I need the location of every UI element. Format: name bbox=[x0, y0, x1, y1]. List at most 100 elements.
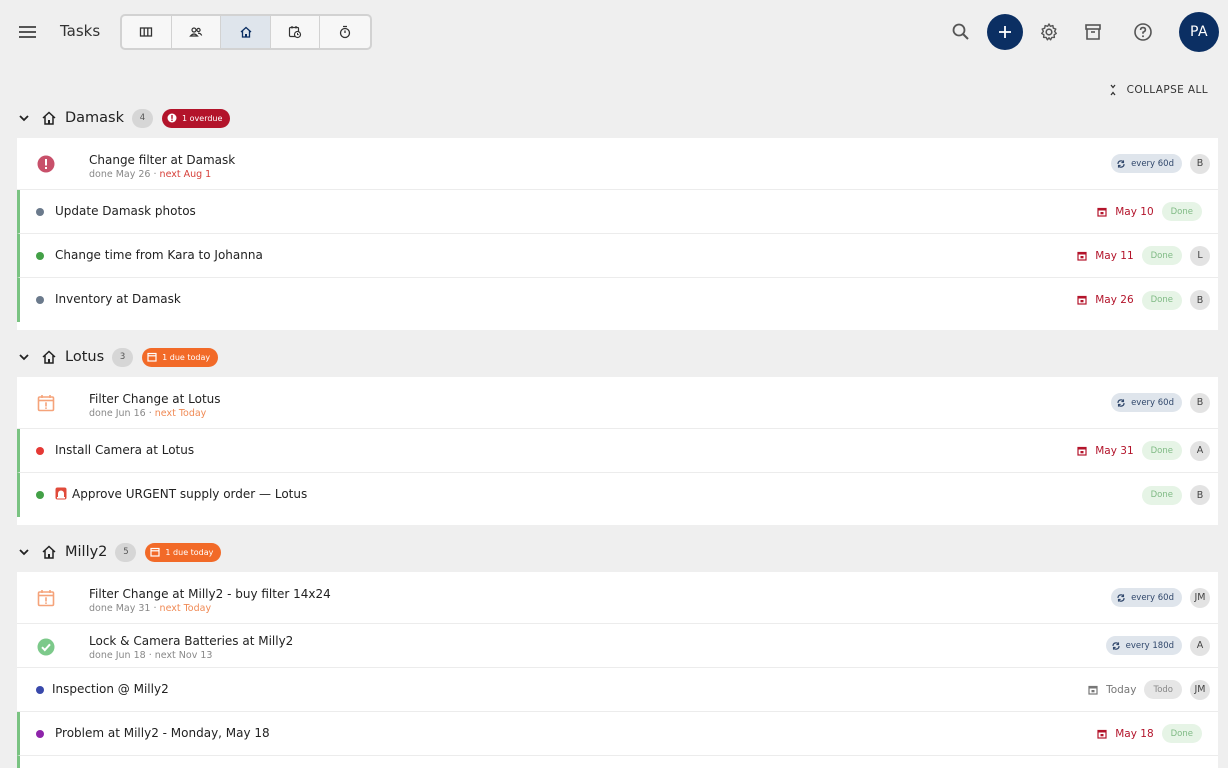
calendar-clock-icon bbox=[289, 26, 302, 39]
repeat-badge: every 180d bbox=[1105, 636, 1182, 655]
task-row[interactable]: Change time from Kara to Johanna May 11 … bbox=[17, 234, 1218, 278]
due-today-badge: 1 due today bbox=[145, 542, 222, 562]
assignee-avatar[interactable]: JM bbox=[1190, 679, 1210, 700]
assignee-avatar[interactable]: B bbox=[1190, 485, 1210, 505]
due-date: May 18 bbox=[1097, 728, 1154, 740]
due-date: May 11 bbox=[1077, 250, 1134, 262]
status-dot bbox=[36, 208, 44, 216]
task-title: Inventory at Damask bbox=[55, 292, 181, 306]
collapse-icon bbox=[1110, 84, 1116, 96]
home-icon bbox=[42, 350, 56, 364]
overdue-alert-icon bbox=[37, 155, 55, 173]
property-view-button[interactable] bbox=[221, 16, 271, 48]
repeat-icon bbox=[1117, 159, 1125, 168]
archive-icon[interactable] bbox=[1081, 20, 1105, 44]
done-badge[interactable]: Done bbox=[1141, 246, 1182, 265]
app-title: Tasks bbox=[60, 22, 101, 40]
task-schedule: done Jun 16 · next Today bbox=[89, 408, 207, 419]
chevron-down-icon[interactable] bbox=[17, 350, 31, 364]
people-view-button[interactable] bbox=[172, 16, 222, 48]
todo-badge[interactable]: Todo bbox=[1144, 680, 1182, 699]
top-app-bar: Tasks PA bbox=[0, 0, 1228, 64]
chevron-down-icon[interactable] bbox=[17, 545, 31, 559]
add-task-button[interactable] bbox=[987, 14, 1023, 50]
task-row[interactable]: Problem at Milly2 - Monday, May 18 May 1… bbox=[17, 712, 1218, 756]
repeat-badge: every 60d bbox=[1111, 154, 1182, 173]
task-row[interactable]: Filter Change at Milly2 - buy filter 14x… bbox=[17, 572, 1218, 624]
calendar-icon bbox=[1097, 729, 1107, 739]
alert-icon bbox=[167, 113, 177, 123]
calendar-view-button[interactable] bbox=[271, 16, 321, 48]
calendar-alert-icon bbox=[37, 395, 55, 412]
calendar-icon bbox=[1077, 446, 1087, 456]
task-row-partial[interactable] bbox=[17, 756, 1218, 768]
due-today-badge: 1 due today bbox=[142, 347, 219, 367]
timer-view-button[interactable] bbox=[320, 16, 370, 48]
assignee-avatar[interactable]: B bbox=[1190, 290, 1210, 310]
task-row[interactable]: Inventory at Damask May 26 Done B bbox=[17, 278, 1218, 322]
menu-icon[interactable] bbox=[16, 20, 40, 44]
help-icon[interactable] bbox=[1131, 20, 1155, 44]
calendar-icon bbox=[1088, 685, 1098, 695]
due-date: May 10 bbox=[1097, 206, 1154, 218]
task-row[interactable]: Update Damask photos May 10 Done bbox=[17, 190, 1218, 234]
task-title: Update Damask photos bbox=[55, 204, 196, 218]
collapse-all-button[interactable]: COLLAPSE ALL bbox=[1108, 82, 1208, 98]
board-view-button[interactable] bbox=[122, 16, 172, 48]
gear-icon[interactable] bbox=[1037, 20, 1061, 44]
assignee-avatar[interactable]: A bbox=[1190, 440, 1210, 461]
home-icon bbox=[42, 545, 56, 559]
siren-icon bbox=[55, 487, 67, 500]
task-title: Install Camera at Lotus bbox=[55, 443, 195, 457]
repeat-badge: every 60d bbox=[1111, 393, 1182, 412]
task-row[interactable]: Change filter at Damask done May 26 · ne… bbox=[17, 138, 1218, 190]
assignee-avatar[interactable]: L bbox=[1190, 245, 1210, 266]
search-icon[interactable] bbox=[949, 20, 973, 44]
done-badge[interactable]: Done bbox=[1161, 202, 1202, 221]
task-title: Approve URGENT supply order — Lotus bbox=[72, 487, 308, 501]
group-header-milly2: Milly2 5 1 due today bbox=[17, 540, 222, 564]
task-row[interactable]: Install Camera at Lotus May 31 Done A bbox=[17, 429, 1218, 473]
collapse-all-label: COLLAPSE ALL bbox=[1126, 84, 1208, 96]
done-badge[interactable]: Done bbox=[1141, 290, 1182, 310]
calendar-icon bbox=[150, 547, 161, 557]
columns-icon bbox=[140, 27, 153, 37]
task-row[interactable]: Lock & Camera Batteries at Milly2 done J… bbox=[17, 624, 1218, 668]
profile-avatar[interactable]: PA bbox=[1179, 12, 1219, 52]
chevron-down-icon[interactable] bbox=[17, 111, 31, 125]
timer-icon bbox=[340, 25, 351, 39]
home-icon bbox=[240, 26, 251, 38]
task-row[interactable]: Filter Change at Lotus done Jun 16 · nex… bbox=[17, 377, 1218, 429]
status-dot bbox=[36, 296, 44, 304]
repeat-badge: every 60d bbox=[1111, 588, 1182, 607]
status-dot bbox=[36, 730, 44, 738]
assignee-avatar[interactable]: B bbox=[1190, 392, 1210, 413]
task-title: Lock & Camera Batteries at Milly2 bbox=[89, 634, 294, 648]
done-badge[interactable]: Done bbox=[1141, 485, 1182, 505]
task-schedule: done May 31 · next Today bbox=[89, 603, 212, 614]
task-title: Filter Change at Lotus bbox=[89, 392, 221, 406]
repeat-icon bbox=[1112, 641, 1120, 650]
group-header-damask: Damask 4 1 overdue bbox=[17, 106, 231, 130]
task-count-badge: 4 bbox=[132, 108, 154, 128]
group-card-damask: Change filter at Damask done May 26 · ne… bbox=[17, 138, 1218, 330]
calendar-icon bbox=[1097, 207, 1107, 217]
assignee-avatar[interactable]: A bbox=[1190, 635, 1210, 656]
task-title-wrap: Approve URGENT supply order — Lotus bbox=[55, 487, 307, 501]
due-today-label: 1 due today bbox=[165, 547, 214, 557]
done-badge[interactable]: Done bbox=[1161, 724, 1202, 743]
calendar-alert-icon bbox=[37, 590, 55, 607]
group-name: Damask bbox=[65, 110, 125, 126]
due-date: Today bbox=[1088, 684, 1136, 696]
view-switcher bbox=[120, 14, 372, 50]
assignee-avatar[interactable]: B bbox=[1190, 153, 1210, 174]
status-dot bbox=[36, 252, 44, 260]
group-card-milly2: Filter Change at Milly2 - buy filter 14x… bbox=[17, 572, 1218, 768]
task-row[interactable]: Inspection @ Milly2 Today Todo JM bbox=[17, 668, 1218, 712]
assignee-avatar[interactable]: JM bbox=[1190, 587, 1210, 608]
task-row[interactable]: Approve URGENT supply order — Lotus Done… bbox=[17, 473, 1218, 517]
status-dot bbox=[36, 491, 44, 499]
done-badge[interactable]: Done bbox=[1141, 441, 1182, 460]
task-title: Filter Change at Milly2 - buy filter 14x… bbox=[89, 587, 331, 601]
home-icon bbox=[42, 111, 56, 125]
